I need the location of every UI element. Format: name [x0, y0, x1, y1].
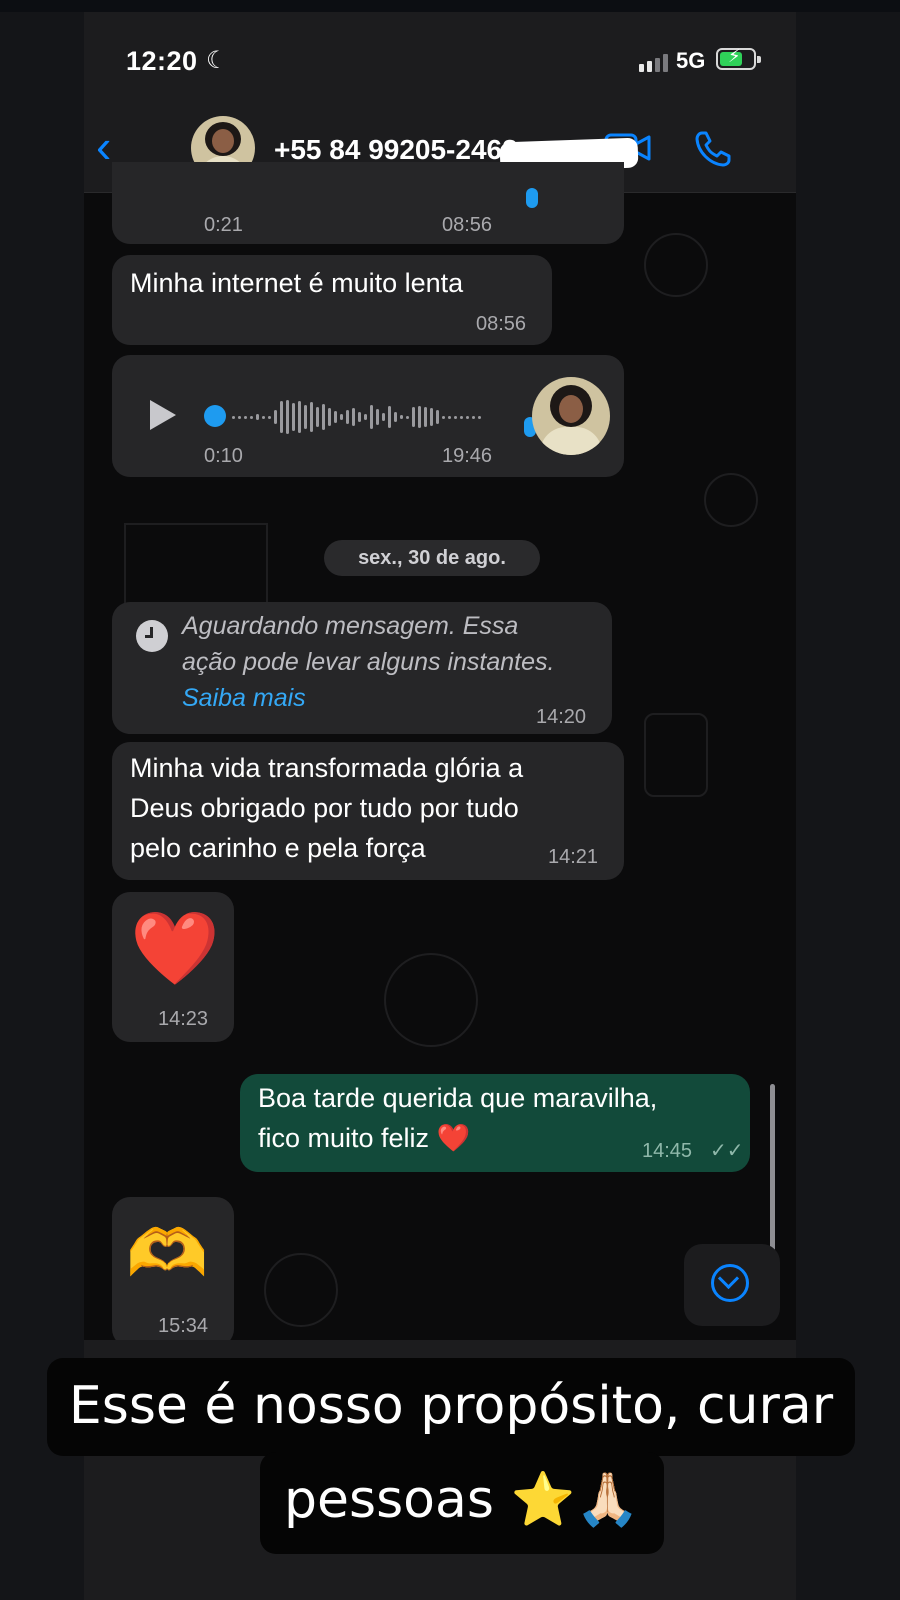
- status-time: 12:20: [126, 46, 198, 76]
- audio-duration: 0:10: [204, 445, 243, 467]
- heart-emoji: ❤️: [130, 909, 220, 989]
- double-check-icon: ✓✓: [710, 1140, 744, 1162]
- chevron-left-icon[interactable]: ‹: [96, 123, 111, 169]
- text-message[interactable]: Minha internet é muito lenta 08:56: [112, 255, 552, 345]
- message-time: 08:56: [442, 214, 493, 236]
- message-time: 14:23: [158, 1008, 209, 1030]
- message-text: Boa tarde querida que maravilha,: [258, 1083, 658, 1113]
- message-text: ação pode levar alguns instantes.: [182, 648, 555, 676]
- text-message[interactable]: Minha vida transformada glória a Deus ob…: [112, 742, 624, 880]
- audio-waveform[interactable]: [232, 399, 481, 435]
- playback-position-dot[interactable]: [204, 405, 226, 427]
- message-time: 19:46: [442, 445, 493, 467]
- outgoing-text-message[interactable]: Boa tarde querida que maravilha, fico mu…: [240, 1074, 750, 1172]
- signal-icon: [639, 54, 668, 72]
- status-bar: 12:20 ☾ 5G ⚡: [84, 12, 796, 102]
- heart-hands-emoji: 🫶: [126, 1216, 209, 1290]
- sender-avatar: [532, 377, 610, 455]
- audio-duration: 0:21: [204, 214, 243, 236]
- battery-charging-icon: ⚡: [716, 46, 761, 70]
- phone-icon[interactable]: [694, 130, 732, 168]
- message-text: Minha internet é muito lenta: [130, 268, 464, 298]
- microphone-icon: [526, 188, 538, 208]
- clock-icon: [136, 620, 168, 652]
- audio-message[interactable]: 0:10 19:46: [112, 355, 624, 477]
- emoji-message[interactable]: ❤️ 14:23: [112, 892, 234, 1042]
- play-icon[interactable]: [150, 400, 176, 430]
- moon-icon: ☾: [206, 47, 228, 74]
- message-time: 14:20: [536, 706, 587, 728]
- top-edge: [0, 0, 900, 12]
- message-text: fico muito feliz ❤️: [258, 1123, 471, 1153]
- emoji-message[interactable]: 🫶 15:34: [112, 1197, 234, 1347]
- message-time: 14:21: [548, 846, 599, 868]
- message-text: Deus obrigado por tudo por tudo: [130, 793, 519, 823]
- message-time: 14:45: [642, 1140, 693, 1162]
- chevron-down-circle-icon[interactable]: [684, 1244, 780, 1326]
- message-time: 08:56: [476, 313, 527, 335]
- message-text: Aguardando mensagem. Essa: [182, 612, 519, 640]
- message-time: 15:34: [158, 1315, 209, 1337]
- pending-message[interactable]: Aguardando mensagem. Essa ação pode leva…: [112, 602, 612, 734]
- message-text: pelo carinho e pela força: [130, 833, 426, 863]
- caption-line-2: pessoas ⭐🙏🏻: [260, 1452, 664, 1554]
- date-separator: sex., 30 de ago.: [324, 540, 540, 576]
- network-label: 5G: [676, 48, 706, 73]
- scroll-indicator[interactable]: [770, 1084, 775, 1254]
- message-text: Minha vida transformada glória a: [130, 753, 524, 783]
- caption-line-1: Esse é nosso propósito, curar as: [47, 1358, 855, 1532]
- audio-message[interactable]: 0:21 08:56: [112, 162, 624, 244]
- learn-more-link[interactable]: Saiba mais: [182, 680, 306, 716]
